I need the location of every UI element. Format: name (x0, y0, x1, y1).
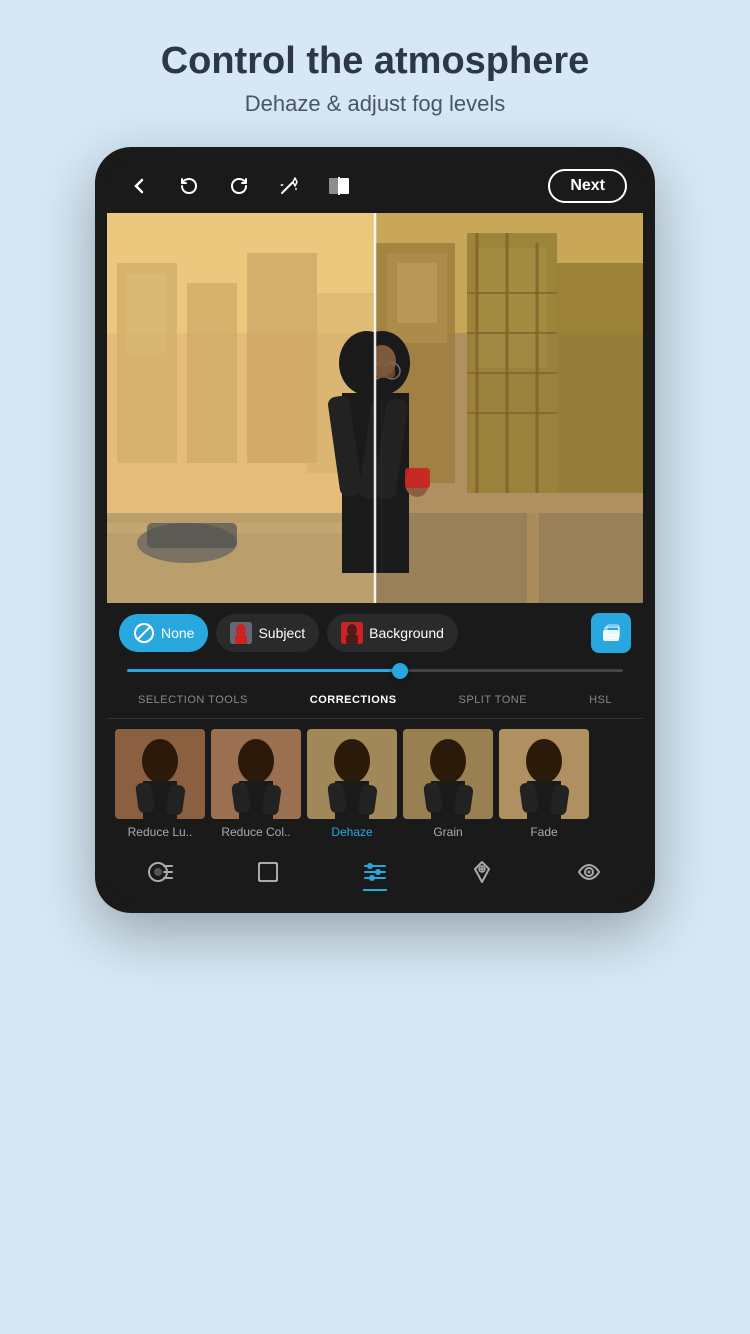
redo-button[interactable] (223, 170, 255, 202)
tab-selection-tools[interactable]: SELECTION TOOLS (130, 690, 256, 710)
tab-split-tone[interactable]: SPLIT TONE (451, 690, 536, 710)
subject-icon (230, 622, 252, 644)
correction-thumb-dehaze (307, 729, 397, 819)
tool-heal[interactable] (469, 859, 495, 891)
header-section: Control the atmosphere Dehaze & adjust f… (121, 0, 630, 137)
photo-area (107, 213, 643, 603)
none-button[interactable]: None (119, 614, 208, 652)
correction-grain[interactable]: Grain (403, 729, 493, 839)
selection-bar: None Subject (107, 603, 643, 663)
correction-label-reduce-lu: Reduce Lu.. (128, 825, 193, 839)
compare-button[interactable] (323, 170, 355, 202)
slider-thumb[interactable] (392, 663, 408, 679)
correction-label-grain: Grain (433, 825, 462, 839)
magic-button[interactable] (273, 170, 305, 202)
correction-thumb-grain (403, 729, 493, 819)
subtitle: Dehaze & adjust fog levels (161, 91, 590, 117)
phone-container: Next (95, 147, 655, 913)
correction-label-dehaze: Dehaze (331, 825, 372, 839)
correction-thumb-reduce-col (211, 729, 301, 819)
slider-area (107, 663, 643, 682)
top-bar-left (123, 170, 355, 202)
back-button[interactable] (123, 170, 155, 202)
phone-inner: Next (107, 159, 643, 901)
tool-circles[interactable] (148, 859, 174, 891)
none-label: None (161, 625, 194, 641)
layers-button[interactable] (591, 613, 631, 653)
slider-track[interactable] (127, 669, 623, 672)
none-icon (133, 622, 155, 644)
correction-fade[interactable]: Fade (499, 729, 589, 839)
background-label: Background (369, 625, 444, 641)
main-title: Control the atmosphere (161, 40, 590, 83)
correction-dehaze[interactable]: Dehaze (307, 729, 397, 839)
top-bar: Next (107, 159, 643, 213)
background-icon (341, 622, 363, 644)
subject-button[interactable]: Subject (216, 614, 319, 652)
tool-sliders[interactable] (362, 859, 388, 891)
subject-label: Subject (258, 625, 305, 641)
slider-fill (127, 669, 400, 672)
tab-hsl[interactable]: HSL (581, 690, 620, 710)
correction-reduce-lu[interactable]: Reduce Lu.. (115, 729, 205, 839)
corrections-row: Reduce Lu.. Reduce Col.. (107, 719, 643, 847)
correction-thumb-reduce-lu (115, 729, 205, 819)
tool-crop[interactable] (255, 859, 281, 891)
correction-label-reduce-col: Reduce Col.. (221, 825, 290, 839)
tab-corrections[interactable]: CORRECTIONS (302, 690, 405, 710)
background-button[interactable]: Background (327, 614, 458, 652)
correction-thumb-fade (499, 729, 589, 819)
correction-label-fade: Fade (530, 825, 557, 839)
bottom-toolbar (107, 847, 643, 901)
tab-bar: SELECTION TOOLS CORRECTIONS SPLIT TONE H… (107, 682, 643, 719)
tool-eye[interactable] (576, 859, 602, 891)
undo-button[interactable] (173, 170, 205, 202)
correction-reduce-col[interactable]: Reduce Col.. (211, 729, 301, 839)
next-button[interactable]: Next (548, 169, 627, 203)
